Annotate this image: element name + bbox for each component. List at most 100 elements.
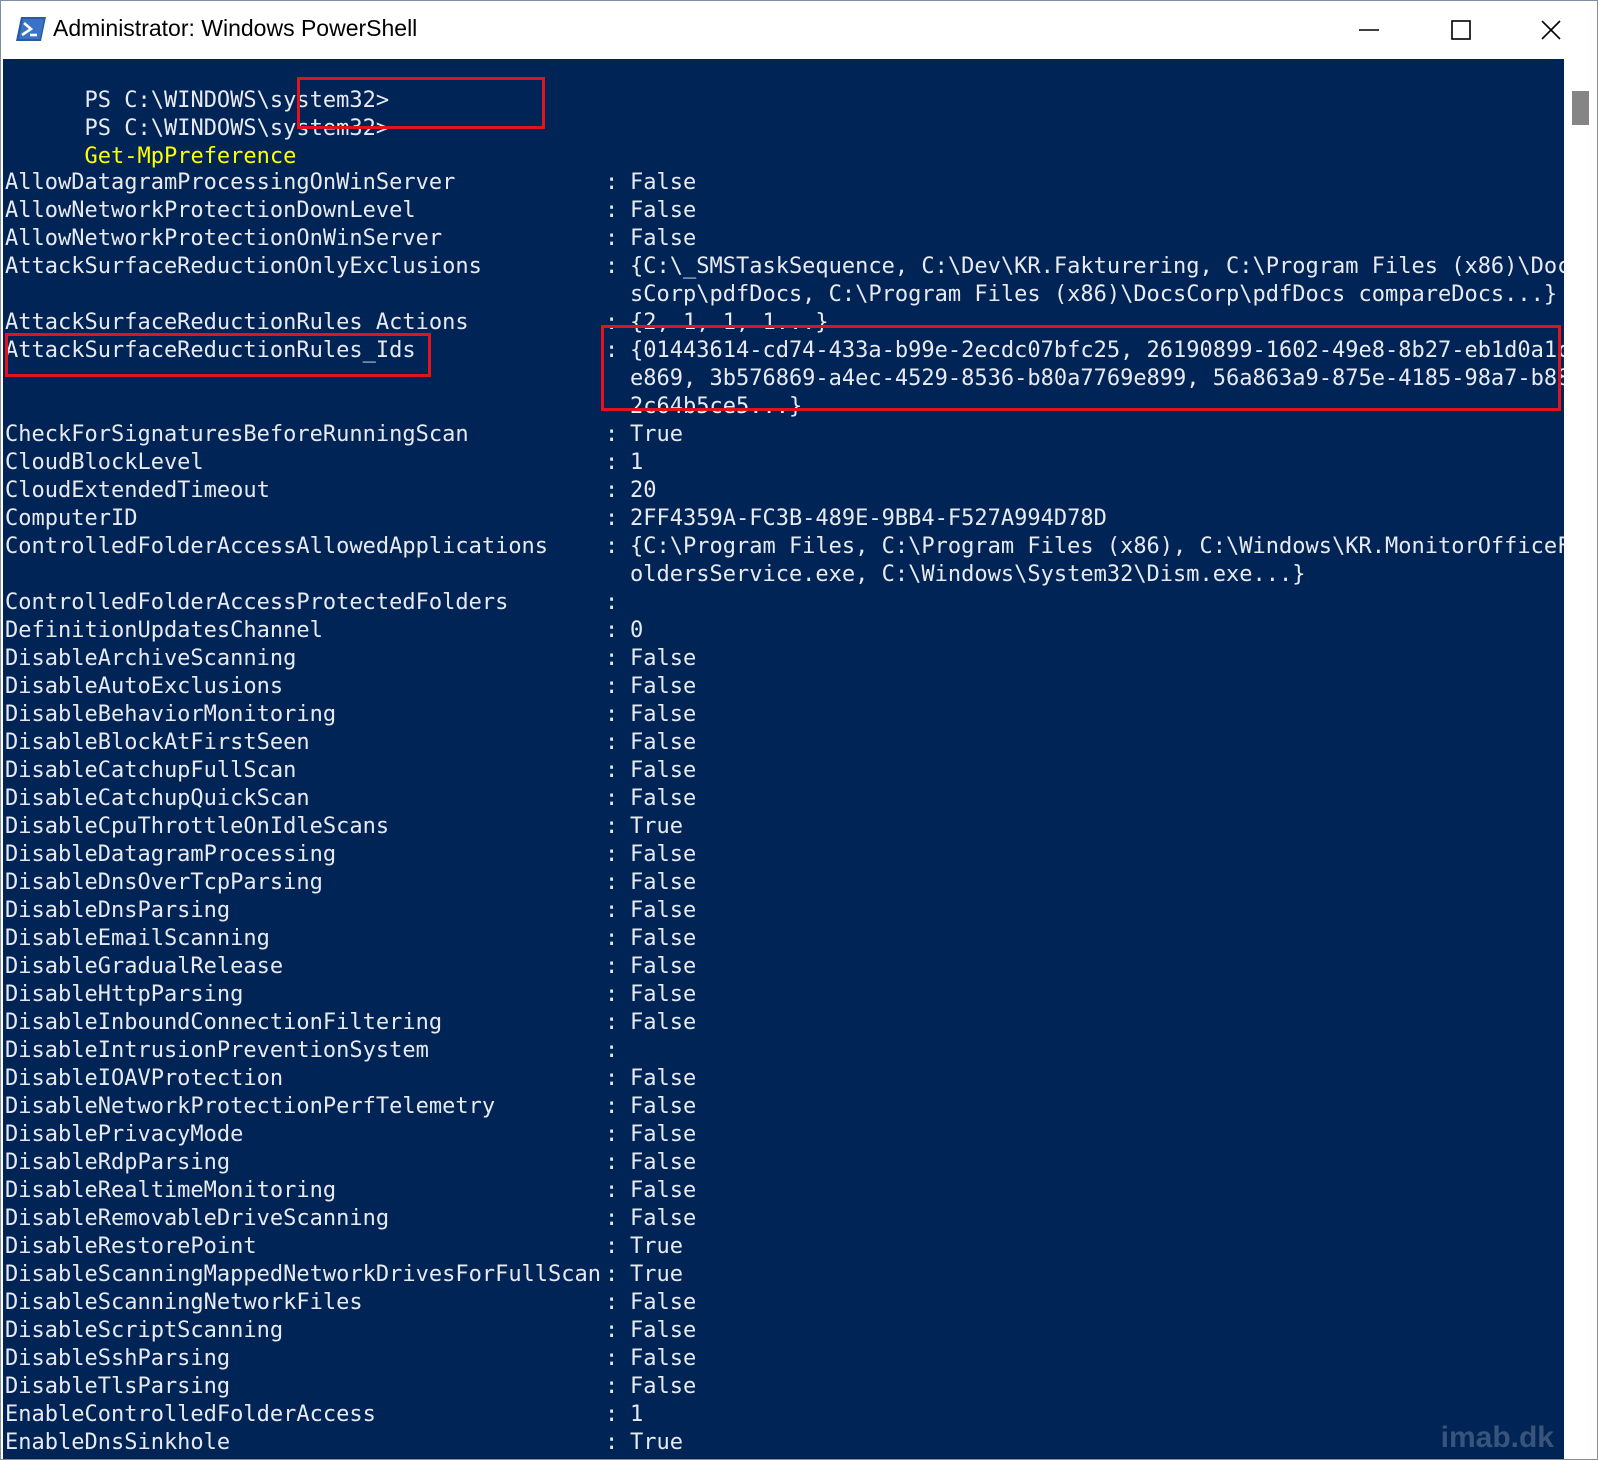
pref-key: CloudExtendedTimeout <box>5 478 270 503</box>
close-icon <box>1541 20 1561 40</box>
pref-key: DisableRdpParsing <box>5 1150 231 1175</box>
pref-key: DisablePrivacyMode <box>5 1122 244 1147</box>
pref-key: DisableTlsParsing <box>5 1374 231 1399</box>
pref-value: False <box>630 870 697 895</box>
pref-key: DisableCpuThrottleOnIdleScans <box>5 814 390 839</box>
powershell-window: Administrator: Windows PowerShell PS C:\… <box>0 0 1598 1460</box>
pref-sep: : <box>605 898 619 923</box>
pref-key: DisableIOAVProtection <box>5 1066 284 1091</box>
title-bar[interactable]: Administrator: Windows PowerShell <box>1 1 1597 59</box>
command-text: Get-MpPreference <box>84 144 297 169</box>
pref-sep: : <box>605 1206 619 1231</box>
pref-key: DisableScriptScanning <box>5 1318 284 1343</box>
pref-value: False <box>630 1374 697 1399</box>
pref-key: ControlledFolderAccessAllowedApplication… <box>5 534 549 559</box>
pref-key: DisableDatagramProcessing <box>5 842 337 867</box>
pref-key: DisableCatchupFullScan <box>5 758 297 783</box>
pref-value: True <box>630 814 683 839</box>
asr-ids-value-highlight-box <box>601 325 1561 411</box>
pref-key: DisableScanningNetworkFiles <box>5 1290 363 1315</box>
pref-sep: : <box>605 730 619 755</box>
pref-value: False <box>630 1206 697 1231</box>
pref-key: DisableNetworkProtectionPerfTelemetry <box>5 1094 496 1119</box>
pref-key: EnableDnsSinkhole <box>5 1430 231 1455</box>
pref-sep: : <box>605 1094 619 1119</box>
pref-value: False <box>630 786 697 811</box>
pref-key: DisableRestorePoint <box>5 1234 257 1259</box>
asr-ids-key-highlight-box <box>5 333 431 377</box>
pref-key: DisableArchiveScanning <box>5 646 297 671</box>
pref-key: DisableScanningMappedNetworkDrivesForFul… <box>5 1262 602 1287</box>
pref-key: EnableControlledFolderAccess <box>5 1402 376 1427</box>
pref-value: {C:\_SMSTaskSequence, C:\Dev\KR.Fakturer… <box>630 254 1564 279</box>
pref-key: AllowNetworkProtectionDownLevel <box>5 198 416 223</box>
pref-sep: : <box>605 1346 619 1371</box>
pref-sep: : <box>605 1010 619 1035</box>
pref-sep: : <box>605 450 619 475</box>
pref-sep: : <box>605 870 619 895</box>
pref-sep: : <box>605 198 619 223</box>
pref-sep: : <box>605 1430 619 1455</box>
pref-key: CloudBlockLevel <box>5 450 204 475</box>
pref-value: False <box>630 842 697 867</box>
pref-value: 2FF4359A-FC3B-489E-9BB4-F527A994D78D <box>630 506 1107 531</box>
close-button[interactable] <box>1505 1 1597 59</box>
pref-key: ControlledFolderAccessProtectedFolders <box>5 590 509 615</box>
pref-key: DisableBlockAtFirstSeen <box>5 730 310 755</box>
pref-value: 1 <box>630 450 644 475</box>
pref-value: False <box>630 702 697 727</box>
pref-key: DisableIntrusionPreventionSystem <box>5 1038 429 1063</box>
pref-value: False <box>630 1094 697 1119</box>
pref-value: False <box>630 758 697 783</box>
pref-value: 20 <box>630 478 657 503</box>
scrollbar-thumb[interactable] <box>1572 91 1589 125</box>
minimize-button[interactable] <box>1323 1 1415 59</box>
pref-sep: : <box>605 646 619 671</box>
pref-sep: : <box>605 1402 619 1427</box>
pref-sep: : <box>605 842 619 867</box>
pref-value: False <box>630 198 697 223</box>
pref-sep: : <box>605 1318 619 1343</box>
pref-key: DisableDnsOverTcpParsing <box>5 870 323 895</box>
pref-value: False <box>630 1346 697 1371</box>
pref-sep: : <box>605 1178 619 1203</box>
maximize-button[interactable] <box>1415 1 1507 59</box>
pref-key: DisableRealtimeMonitoring <box>5 1178 337 1203</box>
pref-key: DisableDnsParsing <box>5 898 231 923</box>
pref-key: AllowDatagramProcessingOnWinServer <box>5 170 456 195</box>
pref-sep: : <box>605 1262 619 1287</box>
maximize-icon <box>1451 20 1471 40</box>
pref-sep: : <box>605 954 619 979</box>
pref-key: DisableEmailScanning <box>5 926 270 951</box>
minimize-icon <box>1359 29 1379 31</box>
pref-value: oldersService.exe, C:\Windows\System32\D… <box>630 562 1306 587</box>
pref-sep: : <box>605 1234 619 1259</box>
console-output[interactable]: PS C:\WINDOWS\system32> PS C:\WINDOWS\sy… <box>3 59 1564 1459</box>
pref-sep: : <box>605 674 619 699</box>
pref-value: False <box>630 954 697 979</box>
pref-sep: : <box>605 982 619 1007</box>
pref-sep: : <box>605 226 619 251</box>
pref-value: False <box>630 926 697 951</box>
pref-sep: : <box>605 618 619 643</box>
pref-key: AttackSurfaceReductionOnlyExclusions <box>5 254 482 279</box>
pref-sep: : <box>605 1122 619 1147</box>
pref-value: False <box>630 1066 697 1091</box>
pref-sep: : <box>605 478 619 503</box>
pref-sep: : <box>605 422 619 447</box>
pref-key: DisableGradualRelease <box>5 954 284 979</box>
pref-sep: : <box>605 254 619 279</box>
pref-key: DisableHttpParsing <box>5 982 244 1007</box>
pref-sep: : <box>605 758 619 783</box>
pref-value: False <box>630 1010 697 1035</box>
pref-key: DisableRemovableDriveScanning <box>5 1206 390 1231</box>
vertical-scrollbar[interactable] <box>1564 59 1597 1459</box>
pref-value: True <box>630 1234 683 1259</box>
pref-key: DisableCatchupQuickScan <box>5 786 310 811</box>
pref-value: False <box>630 226 697 251</box>
pref-value: False <box>630 674 697 699</box>
pref-value: {C:\Program Files, C:\Program Files (x86… <box>630 534 1564 559</box>
pref-sep: : <box>605 1038 619 1063</box>
pref-sep: : <box>605 814 619 839</box>
pref-value: False <box>630 1318 697 1343</box>
